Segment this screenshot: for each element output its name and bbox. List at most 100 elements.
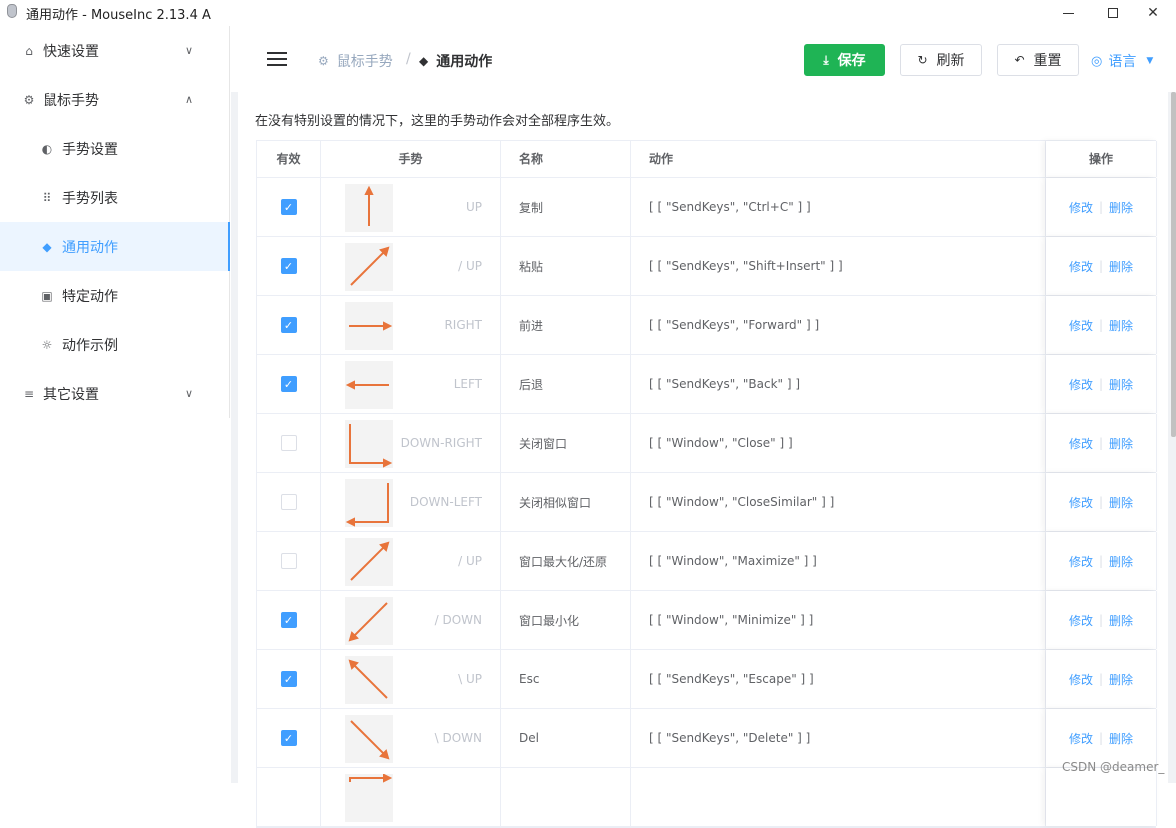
operations-cell: 修改 | 删除 — [1046, 709, 1157, 767]
edit-link[interactable]: 修改 — [1069, 730, 1093, 747]
edit-link[interactable]: 修改 — [1069, 671, 1093, 688]
globe-icon: ◎ — [1091, 53, 1103, 69]
action-cell: [ [ "Window", "Minimize" ] ] — [631, 591, 1046, 649]
enabled-checkbox[interactable]: ✓ — [280, 317, 297, 333]
name-cell: 复制 — [501, 178, 631, 236]
delete-link[interactable]: 删除 — [1109, 258, 1133, 275]
sidebar-item-gesture-list[interactable]: ⠿ 手势列表 — [0, 173, 230, 222]
check-icon: ✓ — [283, 613, 294, 627]
enabled-checkbox[interactable]: ✓ — [280, 612, 297, 628]
delete-link[interactable]: 删除 — [1109, 553, 1133, 570]
breadcrumb-item-mouse-gesture[interactable]: ⚙ 鼠标手势 — [318, 51, 393, 71]
name-cell — [501, 768, 631, 826]
action-cell: [ [ "SendKeys", "Ctrl+C" ] ] — [631, 178, 1046, 236]
close-button[interactable]: ✕ — [1130, 0, 1176, 26]
enabled-cell: ✓ — [257, 709, 321, 767]
language-dropdown[interactable]: ◎ 语言 ▼ — [1091, 51, 1153, 71]
gesture-label: UP — [465, 200, 482, 214]
column-header-operations: 操作 — [1046, 141, 1157, 177]
sliders-icon: ≡ — [23, 386, 35, 401]
operation-separator: | — [1098, 259, 1104, 273]
edit-link[interactable]: 修改 — [1069, 494, 1093, 511]
gear-icon: ⚙ — [23, 92, 35, 107]
sidebar-item-gesture-settings[interactable]: ◐ 手势设置 — [0, 124, 230, 173]
chevron-up-icon: ∧ — [185, 93, 194, 106]
gesture-cell: \ DOWN — [321, 709, 501, 767]
page-description: 在没有特别设置的情况下，这里的手势动作会对全部程序生效。 — [255, 114, 620, 129]
sidebar-item-label: 其它设置 — [43, 386, 99, 403]
operations-cell: 修改 | 删除 — [1046, 355, 1157, 413]
table-header: 有效 手势 名称 动作 操作 — [257, 141, 1157, 178]
delete-link[interactable]: 删除 — [1109, 317, 1133, 334]
operations-cell: 修改 | 删除 — [1046, 532, 1157, 590]
gesture-shape-icon — [348, 602, 388, 642]
delete-link[interactable]: 删除 — [1109, 199, 1133, 216]
operation-separator: | — [1098, 554, 1104, 568]
sidebar-item-specific-actions[interactable]: ▣ 特定动作 — [0, 271, 230, 320]
gesture-cell: / UP — [321, 532, 501, 590]
minimize-button[interactable] — [1045, 0, 1091, 26]
operation-separator: | — [1098, 672, 1104, 686]
gesture-label: RIGHT — [444, 318, 482, 332]
gesture-preview — [345, 243, 393, 291]
sidebar-item-label: 手势设置 — [62, 141, 118, 158]
enabled-checkbox[interactable]: ✓ — [280, 730, 297, 746]
check-icon: ✓ — [283, 377, 294, 391]
main-content: 在没有特别设置的情况下，这里的手势动作会对全部程序生效。 有效 手势 名称 动作… — [231, 92, 1176, 828]
reset-button[interactable]: ↶ 重置 — [997, 44, 1079, 76]
delete-link[interactable]: 删除 — [1109, 730, 1133, 747]
enabled-checkbox[interactable] — [280, 553, 297, 569]
sidebar-item-quick-settings[interactable]: ⌂ 快速设置 ∨ — [0, 26, 230, 75]
gesture-label: / UP — [458, 554, 482, 568]
gesture-cell: RIGHT — [321, 296, 501, 354]
sidebar-item-other-settings[interactable]: ≡ 其它设置 ∨ — [0, 369, 230, 418]
edit-link[interactable]: 修改 — [1069, 553, 1093, 570]
title-bar: 通用动作 - MouseInc 2.13.4 A ✕ — [0, 0, 1176, 26]
breadcrumb-item-common-actions: ◆ 通用动作 — [419, 51, 492, 71]
name-cell: 窗口最大化/还原 — [501, 532, 631, 590]
check-icon: ✓ — [283, 259, 294, 273]
table-row: / UP 窗口最大化/还原 [ [ "Window", "Maximize" ]… — [257, 532, 1157, 591]
check-icon: ✓ — [283, 200, 294, 214]
enabled-checkbox[interactable]: ✓ — [280, 671, 297, 687]
gesture-preview — [345, 479, 393, 527]
enabled-checkbox[interactable]: ✓ — [280, 258, 297, 274]
action-cell: [ [ "SendKeys", "Forward" ] ] — [631, 296, 1046, 354]
operations-cell: 修改 | 删除 — [1046, 473, 1157, 531]
delete-link[interactable]: 删除 — [1109, 376, 1133, 393]
name-cell: 关闭相似窗口 — [501, 473, 631, 531]
edit-link[interactable]: 修改 — [1069, 612, 1093, 629]
edit-link[interactable]: 修改 — [1069, 376, 1093, 393]
delete-link[interactable]: 删除 — [1109, 671, 1133, 688]
hamburger-menu-icon[interactable] — [267, 52, 287, 66]
save-button[interactable]: ⤓ 保存 — [804, 44, 885, 76]
delete-link[interactable]: 删除 — [1109, 612, 1133, 629]
breadcrumb-label: 鼠标手势 — [336, 54, 393, 70]
sidebar-item-label: 动作示例 — [62, 337, 118, 354]
enabled-cell: ✓ — [257, 178, 321, 236]
sidebar-item-mouse-gesture[interactable]: ⚙ 鼠标手势 ∧ — [0, 75, 230, 124]
operation-separator: | — [1098, 377, 1104, 391]
gesture-shape-icon — [348, 659, 388, 699]
sidebar-item-action-examples[interactable]: ☼ 动作示例 — [0, 320, 230, 369]
enabled-checkbox[interactable]: ✓ — [280, 376, 297, 392]
enabled-cell: ✓ — [257, 296, 321, 354]
gesture-cell: LEFT — [321, 355, 501, 413]
enabled-checkbox[interactable]: ✓ — [280, 199, 297, 215]
name-cell: 粘贴 — [501, 237, 631, 295]
edit-link[interactable]: 修改 — [1069, 435, 1093, 452]
breadcrumb-label: 通用动作 — [436, 54, 493, 70]
edit-link[interactable]: 修改 — [1069, 199, 1093, 216]
table-row: ✓ \ UP Esc [ [ "SendKeys", "Escape" ] ] … — [257, 650, 1157, 709]
enabled-checkbox[interactable] — [280, 494, 297, 510]
download-icon: ⤓ — [823, 52, 829, 67]
vertical-scrollbar[interactable] — [1171, 92, 1176, 437]
delete-link[interactable]: 删除 — [1109, 435, 1133, 452]
edit-link[interactable]: 修改 — [1069, 258, 1093, 275]
delete-link[interactable]: 删除 — [1109, 494, 1133, 511]
sidebar-item-common-actions[interactable]: ◆ 通用动作 — [0, 222, 230, 271]
gesture-shape-icon — [349, 424, 393, 468]
refresh-button[interactable]: ↻ 刷新 — [900, 44, 982, 76]
enabled-checkbox[interactable] — [280, 435, 297, 451]
edit-link[interactable]: 修改 — [1069, 317, 1093, 334]
